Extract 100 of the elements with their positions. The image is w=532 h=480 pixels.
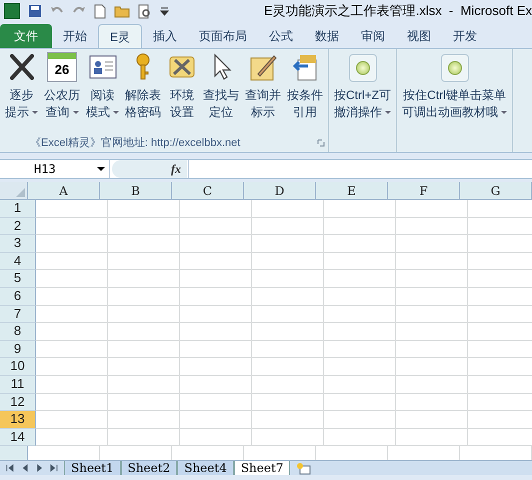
table-cell[interactable] bbox=[396, 252, 468, 270]
print-preview-icon[interactable] bbox=[138, 4, 152, 18]
column-header[interactable]: C bbox=[172, 182, 244, 199]
next-sheet-icon[interactable] bbox=[36, 463, 44, 473]
table-cell[interactable] bbox=[252, 306, 324, 324]
table-cell[interactable] bbox=[324, 270, 396, 288]
column-header[interactable]: B bbox=[100, 182, 172, 199]
row-header[interactable]: 2 bbox=[0, 218, 36, 236]
column-header[interactable]: G bbox=[460, 182, 532, 199]
table-cell[interactable] bbox=[396, 394, 468, 412]
table-cell[interactable] bbox=[396, 323, 468, 341]
table-cell[interactable] bbox=[108, 428, 180, 446]
sheet-tab[interactable]: Sheet1 bbox=[64, 460, 121, 476]
previous-sheet-icon[interactable] bbox=[20, 463, 28, 473]
table-cell[interactable] bbox=[180, 358, 252, 376]
sheet-tab[interactable]: Sheet4 bbox=[177, 460, 234, 476]
folder-icon[interactable] bbox=[114, 4, 130, 18]
table-cell[interactable] bbox=[396, 358, 468, 376]
table-cell[interactable] bbox=[396, 288, 468, 306]
ribbon-button[interactable]: 26 公农历 查询 bbox=[41, 49, 83, 134]
ribbon-button[interactable]: 逐步 提示 bbox=[2, 49, 41, 134]
table-cell[interactable] bbox=[396, 340, 468, 358]
last-sheet-icon[interactable] bbox=[50, 463, 58, 473]
ribbon-tab[interactable]: 审阅 bbox=[350, 24, 396, 48]
table-cell[interactable] bbox=[396, 306, 468, 324]
table-cell[interactable] bbox=[180, 270, 252, 288]
row-header[interactable]: 13 bbox=[0, 411, 36, 429]
table-cell[interactable] bbox=[396, 200, 468, 218]
new-sheet-icon[interactable] bbox=[296, 462, 312, 474]
table-cell[interactable] bbox=[252, 252, 324, 270]
ribbon-tab[interactable]: E灵 bbox=[98, 24, 142, 48]
row-header[interactable]: 10 bbox=[0, 358, 36, 376]
table-cell[interactable] bbox=[252, 270, 324, 288]
table-cell[interactable] bbox=[396, 235, 468, 253]
table-cell[interactable] bbox=[36, 376, 108, 394]
table-cell[interactable] bbox=[36, 200, 108, 218]
row-header[interactable]: 9 bbox=[0, 340, 36, 358]
table-cell[interactable] bbox=[36, 394, 108, 412]
table-cell[interactable] bbox=[108, 323, 180, 341]
table-cell[interactable] bbox=[36, 340, 108, 358]
table-cell[interactable] bbox=[108, 306, 180, 324]
dropdown-caret-icon[interactable] bbox=[97, 167, 105, 171]
table-cell[interactable] bbox=[324, 306, 396, 324]
table-cell[interactable] bbox=[180, 252, 252, 270]
table-cell[interactable] bbox=[252, 235, 324, 253]
row-header[interactable]: 1 bbox=[0, 200, 36, 218]
row-header[interactable]: 7 bbox=[0, 306, 36, 324]
table-cell[interactable] bbox=[396, 270, 468, 288]
table-cell[interactable] bbox=[252, 394, 324, 412]
table-cell[interactable] bbox=[180, 428, 252, 446]
table-cell[interactable] bbox=[108, 340, 180, 358]
ribbon-button[interactable]: 按Ctrl+Z可 撤消操作 bbox=[331, 51, 394, 152]
table-cell[interactable] bbox=[324, 235, 396, 253]
table-cell[interactable] bbox=[36, 218, 108, 236]
row-header[interactable]: 6 bbox=[0, 288, 36, 306]
row-header[interactable]: 8 bbox=[0, 323, 36, 341]
ribbon-button[interactable]: 按条件 引用 bbox=[284, 49, 326, 134]
sheet-tab[interactable]: Sheet7 bbox=[234, 460, 290, 476]
table-cell[interactable] bbox=[252, 288, 324, 306]
table-cell[interactable] bbox=[324, 340, 396, 358]
table-cell[interactable] bbox=[252, 376, 324, 394]
column-header[interactable]: D bbox=[244, 182, 316, 199]
table-cell[interactable] bbox=[180, 288, 252, 306]
table-cell[interactable] bbox=[108, 270, 180, 288]
table-cell[interactable] bbox=[36, 358, 108, 376]
table-cell[interactable] bbox=[324, 200, 396, 218]
table-cell[interactable] bbox=[36, 306, 108, 324]
table-cell[interactable] bbox=[180, 376, 252, 394]
table-cell[interactable] bbox=[108, 394, 180, 412]
new-document-icon[interactable] bbox=[94, 4, 106, 18]
table-cell[interactable] bbox=[324, 376, 396, 394]
table-cell[interactable] bbox=[324, 252, 396, 270]
row-header[interactable]: 12 bbox=[0, 394, 36, 412]
table-cell[interactable] bbox=[180, 200, 252, 218]
table-cell[interactable] bbox=[36, 252, 108, 270]
table-cell[interactable] bbox=[252, 411, 324, 429]
sheet-tab[interactable]: Sheet2 bbox=[120, 460, 178, 476]
table-cell[interactable] bbox=[324, 358, 396, 376]
table-cell[interactable] bbox=[324, 394, 396, 412]
table-cell[interactable] bbox=[252, 358, 324, 376]
table-cell[interactable] bbox=[180, 394, 252, 412]
row-header[interactable]: 5 bbox=[0, 270, 36, 288]
row-header[interactable]: 11 bbox=[0, 376, 36, 394]
table-cell[interactable] bbox=[108, 288, 180, 306]
table-cell[interactable] bbox=[108, 218, 180, 236]
table-cell[interactable] bbox=[324, 411, 396, 429]
column-header[interactable]: F bbox=[388, 182, 460, 199]
table-cell[interactable] bbox=[396, 218, 468, 236]
column-header[interactable]: E bbox=[316, 182, 388, 199]
table-cell[interactable] bbox=[252, 323, 324, 341]
table-cell[interactable] bbox=[324, 218, 396, 236]
row-header[interactable]: 3 bbox=[0, 235, 36, 253]
table-cell[interactable] bbox=[324, 428, 396, 446]
table-cell[interactable] bbox=[252, 428, 324, 446]
table-cell[interactable] bbox=[108, 376, 180, 394]
table-cell[interactable] bbox=[36, 270, 108, 288]
ribbon-tab[interactable]: 开发 bbox=[442, 24, 488, 48]
ribbon-button[interactable]: 按住Ctrl键单击菜单 可调出动画教材哦 bbox=[399, 51, 510, 152]
table-cell[interactable] bbox=[324, 288, 396, 306]
table-cell[interactable] bbox=[108, 252, 180, 270]
